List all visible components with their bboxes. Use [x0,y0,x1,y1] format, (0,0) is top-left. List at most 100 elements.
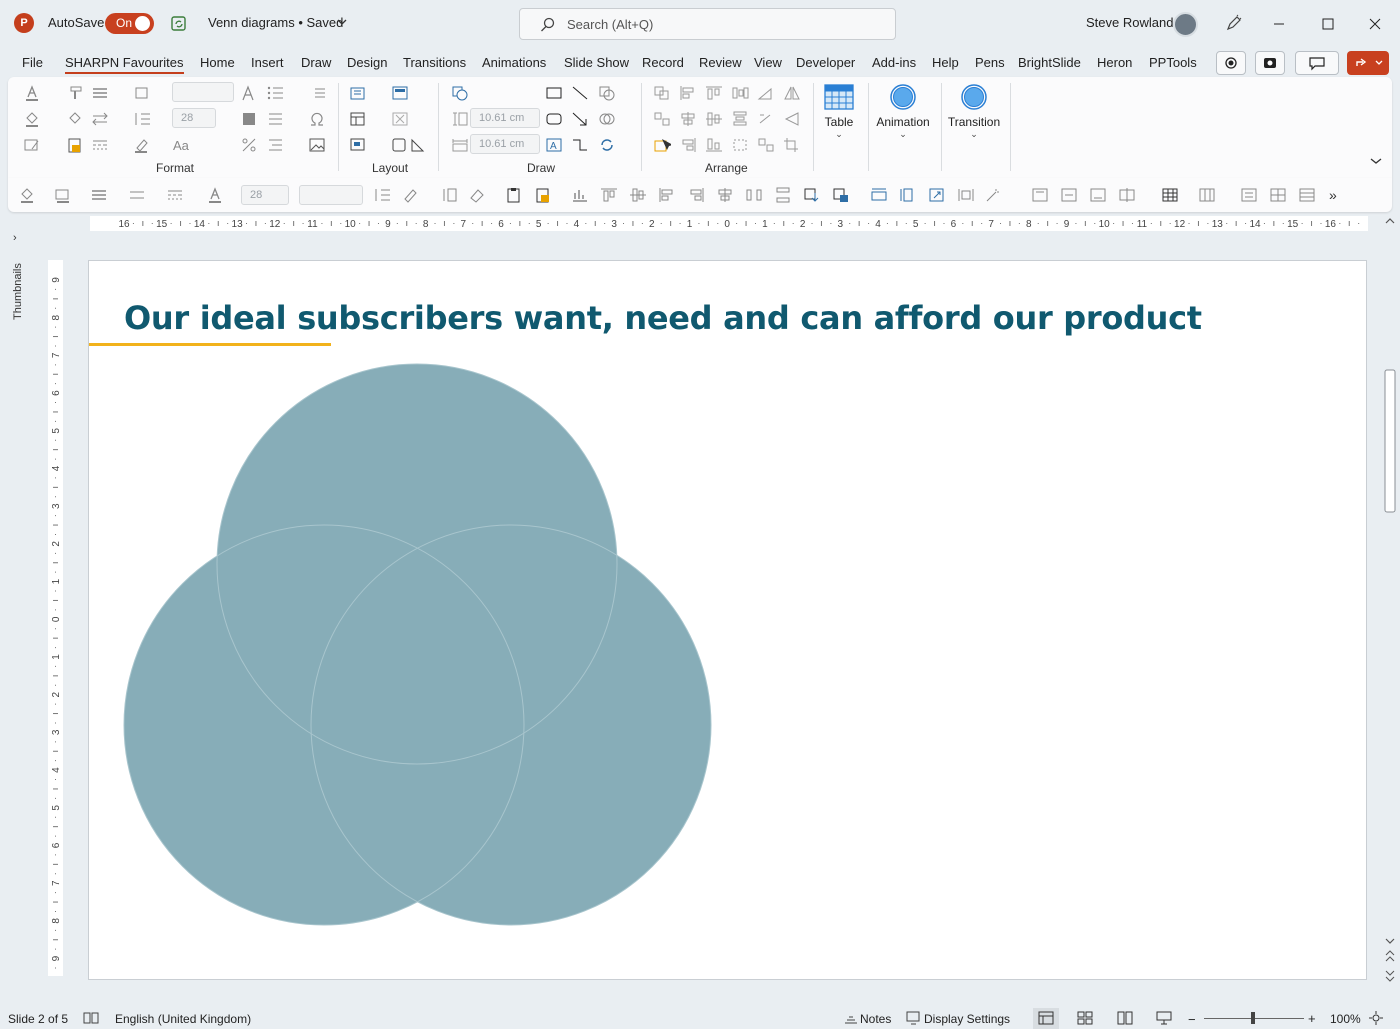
text-align-bottom-icon[interactable] [1089,187,1107,203]
percent-icon[interactable] [240,137,258,153]
shape-fill-icon[interactable] [66,111,84,127]
align-right-icon[interactable] [687,187,705,203]
slide-counter[interactable]: Slide 2 of 5 [8,1012,68,1026]
tab-sharpn-favourites[interactable]: SHARPN Favourites [65,55,183,70]
align-top-icon[interactable] [600,187,618,203]
group-objects-icon[interactable] [653,111,671,127]
tab-file[interactable]: File [22,55,43,70]
display-settings-button[interactable]: Display Settings [924,1012,1010,1026]
arrows-icon[interactable] [91,111,109,127]
height-icon[interactable] [440,187,458,203]
align-middle-icon[interactable] [629,187,647,203]
clipboard-icon[interactable] [66,137,84,153]
line-spacing-icon[interactable] [133,111,151,127]
expand-thumbnails-icon[interactable]: › [13,232,17,244]
autosave-toggle[interactable]: On [105,13,154,34]
avatar[interactable] [1173,12,1198,37]
numbering-icon[interactable] [308,85,326,101]
align-left-icon[interactable] [658,187,676,203]
line-weight-icon[interactable] [90,187,108,203]
slideshow-icon[interactable] [1155,1011,1173,1025]
tab-draw[interactable]: Draw [301,55,331,70]
transition-button[interactable]: Transition ⌄ [944,83,1004,140]
zoom-out-icon[interactable]: − [1188,1012,1196,1027]
section-icon[interactable] [349,111,367,127]
same-width-icon[interactable] [870,187,888,203]
tab-insert[interactable]: Insert [251,55,284,70]
text-direction-icon[interactable] [1118,187,1136,203]
text-box-icon[interactable]: A [545,137,563,153]
paste-icon[interactable] [505,187,523,203]
triangle-ruler-icon[interactable] [409,137,427,153]
thumbnails-pane-label[interactable]: Thumbnails [12,263,24,320]
align-left-icon[interactable] [679,85,697,101]
crop-icon[interactable] [783,137,801,153]
rotate-icon[interactable] [757,111,775,127]
send-to-back-icon[interactable] [803,187,821,203]
bring-forward-icon[interactable] [653,85,671,101]
refresh-icon[interactable] [598,137,616,153]
align-center-icon[interactable] [679,111,697,127]
distribute-horizontal-icon[interactable] [731,85,749,101]
mirror-icon[interactable] [783,85,801,101]
qat-font-dropdown[interactable] [299,185,363,205]
arrow-icon[interactable] [571,111,589,127]
distribute-horizontal-icon[interactable] [745,187,763,203]
new-slide-icon[interactable] [349,85,367,101]
camera-button[interactable] [1255,51,1285,75]
tab-view[interactable]: View [754,55,782,70]
language-status[interactable]: English (United Kingdom) [115,1012,251,1026]
font-color-icon[interactable] [206,187,224,203]
flip-icon[interactable] [757,85,775,101]
zoom-slider-thumb[interactable] [1251,1012,1255,1024]
shape-rectangle-icon[interactable] [240,111,258,127]
paste-special-icon[interactable] [534,187,552,203]
font-size-dropdown[interactable]: 28 [172,108,216,128]
display-settings-icon[interactable] [906,1011,922,1025]
shapes-icon[interactable] [451,85,469,101]
symbol-omega-icon[interactable] [308,111,326,127]
record-button[interactable] [1216,51,1246,75]
line-weight-icon[interactable] [91,85,109,101]
dash-style-icon[interactable] [91,137,109,153]
elbow-connector-icon[interactable] [571,137,589,153]
bullets-icon[interactable] [266,85,284,101]
tab-home[interactable]: Home [200,55,235,70]
venn-circle-right[interactable] [311,525,711,925]
text-align-top-icon[interactable] [1031,187,1049,203]
height-input[interactable]: 10.61 cm [470,108,540,128]
table-grid-icon[interactable] [1161,187,1179,203]
combine-shapes-icon[interactable] [598,111,616,127]
tab-add-ins[interactable]: Add-ins [872,55,916,70]
picture-icon[interactable] [308,137,326,153]
change-case-icon[interactable]: Aa [173,137,191,153]
font-color-icon[interactable] [23,85,41,101]
notes-icon[interactable] [843,1011,859,1025]
selection-pane-icon[interactable] [653,137,671,153]
tab-pens[interactable]: Pens [975,55,1005,70]
width-input[interactable]: 10.61 cm [470,134,540,154]
align-center-icon[interactable] [716,187,734,203]
fill-color-icon[interactable] [18,187,36,203]
duplicate-slide-icon[interactable] [349,137,367,153]
fill-color-icon[interactable] [23,111,41,127]
outline-icon[interactable] [23,137,41,153]
slide-sorter-icon[interactable] [1076,1011,1094,1025]
normal-view-button[interactable] [1033,1008,1059,1029]
delete-slide-icon[interactable] [391,111,409,127]
align-right-icon[interactable] [679,137,697,153]
pen-icon[interactable] [1225,14,1243,32]
distribute-vertical-icon[interactable] [731,111,749,127]
accessibility-book-icon[interactable] [83,1011,99,1025]
maximize-icon[interactable] [1317,13,1339,35]
align-middle-icon[interactable] [705,111,723,127]
chevron-down-icon[interactable] [337,18,347,26]
tab-help[interactable]: Help [932,55,959,70]
same-height-icon[interactable] [899,187,917,203]
rectangle-icon[interactable] [545,85,563,101]
table-columns-icon[interactable] [1198,187,1216,203]
qat-font-size-dropdown[interactable]: 28 [241,185,289,205]
text-align-middle-icon[interactable] [1060,187,1078,203]
size-to-match-icon[interactable] [731,137,749,153]
flip-horizontal-icon[interactable] [783,111,801,127]
